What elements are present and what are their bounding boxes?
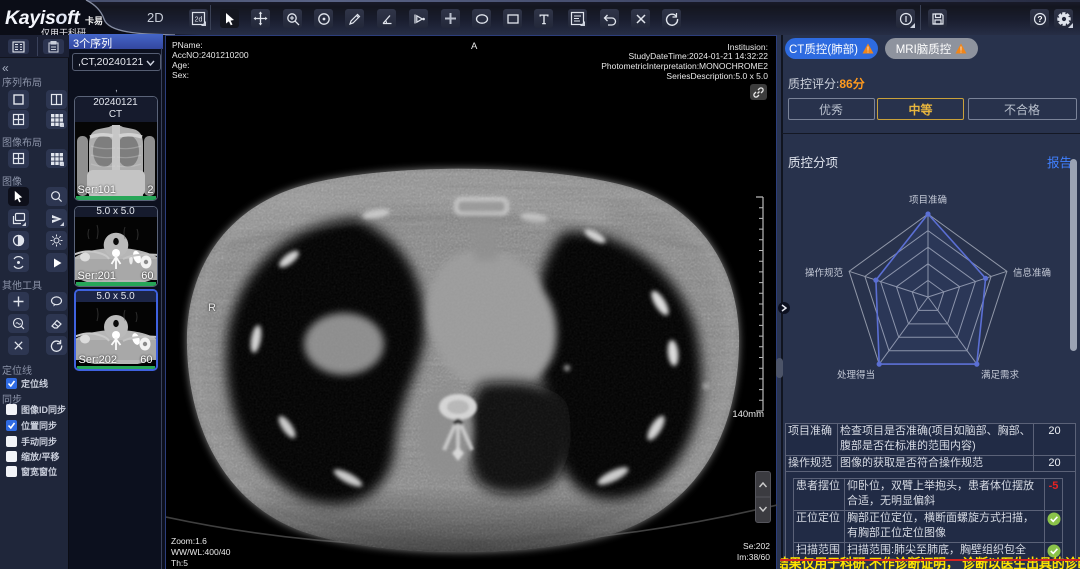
svg-text:满足需求: 满足需求 [981,369,1020,381]
svg-text:!: ! [960,45,962,54]
svg-text:信息准确: 信息准确 [1013,267,1051,279]
svg-text:2d: 2d [195,17,203,24]
svg-text:!: ! [867,45,869,54]
svg-text:操作规范: 操作规范 [805,267,844,279]
svg-text:?: ? [1037,13,1042,23]
svg-text:处理得当: 处理得当 [837,369,875,381]
svg-text:项目准确: 项目准确 [909,194,947,206]
